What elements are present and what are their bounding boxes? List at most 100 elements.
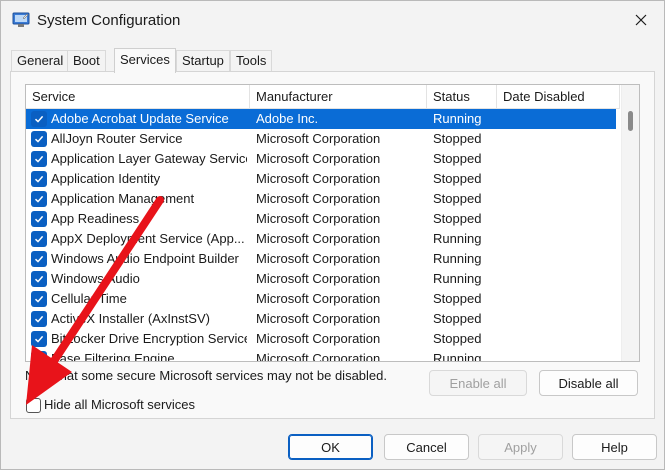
secure-services-note: Note that some secure Microsoft services…: [25, 368, 387, 383]
cell-service: Adobe Acrobat Update Service: [51, 111, 229, 126]
enable-all-button[interactable]: Enable all: [429, 370, 527, 396]
services-list[interactable]: Service Manufacturer Status Date Disable…: [25, 84, 640, 362]
cell-service: Cellular Time: [51, 291, 127, 306]
table-row[interactable]: Application Layer Gateway Service Microso…: [26, 149, 616, 169]
table-row[interactable]: BitLocker Drive Encryption Service Micros…: [26, 329, 616, 349]
service-checkbox[interactable]: [31, 331, 47, 347]
cell-status: Stopped: [433, 131, 482, 146]
scrollbar-thumb[interactable]: [628, 111, 633, 131]
cell-service: Base Filtering Engine: [51, 351, 175, 361]
checkmark-icon: [34, 175, 44, 183]
cell-manufacturer: Microsoft Corporation: [256, 291, 381, 306]
close-icon: [635, 14, 647, 26]
help-button[interactable]: Help: [572, 434, 657, 460]
cell-manufacturer: Microsoft Corporation: [256, 251, 381, 266]
service-checkbox[interactable]: [31, 271, 47, 287]
cell-manufacturer: Microsoft Corporation: [256, 151, 381, 166]
system-config-icon: [12, 12, 30, 27]
apply-button[interactable]: Apply: [478, 434, 563, 460]
checkmark-icon: [34, 295, 44, 303]
cell-service: BitLocker Drive Encryption Service: [51, 331, 247, 346]
table-row[interactable]: Application Identity Microsoft Corporatio…: [26, 169, 616, 189]
cell-status: Stopped: [433, 331, 482, 346]
tab-general[interactable]: General: [11, 50, 70, 72]
cell-service: Application Management: [51, 191, 195, 206]
service-checkbox[interactable]: [31, 111, 47, 127]
tab-services[interactable]: Services: [114, 48, 176, 73]
checkmark-icon: [34, 215, 44, 223]
cell-manufacturer: Microsoft Corporation: [256, 311, 381, 326]
cell-service: AppX Deployment Service (App...: [51, 231, 245, 246]
checkmark-icon: [34, 255, 44, 263]
cell-manufacturer: Microsoft Corporation: [256, 171, 381, 186]
cell-service: ActiveX Installer (AxInstSV): [51, 311, 210, 326]
column-header-manufacturer[interactable]: Manufacturer: [250, 85, 427, 109]
cell-status: Running: [433, 251, 482, 266]
tab-startup[interactable]: Startup: [176, 50, 230, 72]
checkmark-icon: [34, 275, 44, 283]
service-checkbox[interactable]: [31, 151, 47, 167]
hide-microsoft-services-label[interactable]: Hide all Microsoft services: [44, 397, 195, 412]
checkmark-icon: [34, 335, 44, 343]
cell-manufacturer: Microsoft Corporation: [256, 211, 381, 226]
cell-status: Stopped: [433, 211, 482, 226]
cancel-button[interactable]: Cancel: [384, 434, 469, 460]
table-row[interactable]: Windows Audio Microsoft Corporation Runnin…: [26, 269, 616, 289]
checkmark-icon: [34, 135, 44, 143]
service-checkbox[interactable]: [31, 231, 47, 247]
cell-service: Application Layer Gateway Service: [51, 151, 247, 166]
cell-service: App Readiness: [51, 211, 140, 226]
column-header-date-disabled[interactable]: Date Disabled: [497, 85, 620, 109]
column-header-service[interactable]: Service: [26, 85, 250, 109]
service-checkbox[interactable]: [31, 311, 47, 327]
column-header-status[interactable]: Status: [427, 85, 497, 109]
cell-status: Running: [433, 231, 482, 246]
cell-manufacturer: Microsoft Corporation: [256, 131, 381, 146]
table-row[interactable]: App Readiness Microsoft Corporation Stoppe…: [26, 209, 616, 229]
service-checkbox[interactable]: [31, 291, 47, 307]
system-configuration-window: System Configuration General Boot Servic…: [0, 0, 665, 470]
table-row[interactable]: Application Management Microsoft Corporat…: [26, 189, 616, 209]
cell-status: Running: [433, 351, 482, 361]
table-row[interactable]: Base Filtering Engine Microsoft Corporati…: [26, 349, 616, 361]
close-button[interactable]: [618, 1, 664, 39]
table-row[interactable]: Windows Audio Endpoint Builder Microsoft …: [26, 249, 616, 269]
tab-boot[interactable]: Boot: [67, 50, 106, 72]
services-panel: Service Manufacturer Status Date Disable…: [10, 71, 655, 419]
cell-manufacturer: Microsoft Corporation: [256, 231, 381, 246]
disable-all-button[interactable]: Disable all: [539, 370, 638, 396]
cell-manufacturer: Microsoft Corporation: [256, 191, 381, 206]
cell-manufacturer: Microsoft Corporation: [256, 271, 381, 286]
table-row[interactable]: Adobe Acrobat Update Service Adobe Inc. Ru…: [26, 109, 616, 129]
cell-manufacturer: Microsoft Corporation: [256, 351, 381, 361]
table-row[interactable]: Cellular Time Microsoft Corporation Stoppe…: [26, 289, 616, 309]
checkmark-icon: [34, 115, 44, 123]
service-checkbox[interactable]: [31, 191, 47, 207]
cell-manufacturer: Microsoft Corporation: [256, 331, 381, 346]
service-checkbox[interactable]: [31, 211, 47, 227]
cell-service: Application Identity: [51, 171, 161, 186]
hide-microsoft-services-checkbox[interactable]: [26, 398, 41, 413]
tab-tools[interactable]: Tools: [230, 50, 273, 72]
cell-manufacturer: Adobe Inc.: [256, 111, 319, 126]
cell-service: Windows Audio Endpoint Builder: [51, 251, 239, 266]
checkmark-icon: [34, 315, 44, 323]
list-rows: Adobe Acrobat Update Service Adobe Inc. Ru…: [26, 109, 620, 361]
cell-service: Windows Audio: [51, 271, 140, 286]
ok-button[interactable]: OK: [288, 434, 373, 460]
service-checkbox[interactable]: [31, 251, 47, 267]
checkmark-icon: [34, 235, 44, 243]
cell-status: Stopped: [433, 291, 482, 306]
service-checkbox[interactable]: [31, 131, 47, 147]
table-row[interactable]: AllJoyn Router Service Microsoft Corporat…: [26, 129, 616, 149]
table-row[interactable]: AppX Deployment Service (App... Microsoft…: [26, 229, 616, 249]
table-row[interactable]: ActiveX Installer (AxInstSV) Microsoft Co…: [26, 309, 616, 329]
checkmark-icon: [34, 355, 44, 361]
cell-status: Running: [433, 271, 482, 286]
service-checkbox[interactable]: [31, 351, 47, 361]
cell-status: Stopped: [433, 311, 482, 326]
cell-status: Stopped: [433, 191, 482, 206]
vertical-scrollbar[interactable]: [621, 85, 639, 361]
service-checkbox[interactable]: [31, 171, 47, 187]
cell-status: Stopped: [433, 171, 482, 186]
